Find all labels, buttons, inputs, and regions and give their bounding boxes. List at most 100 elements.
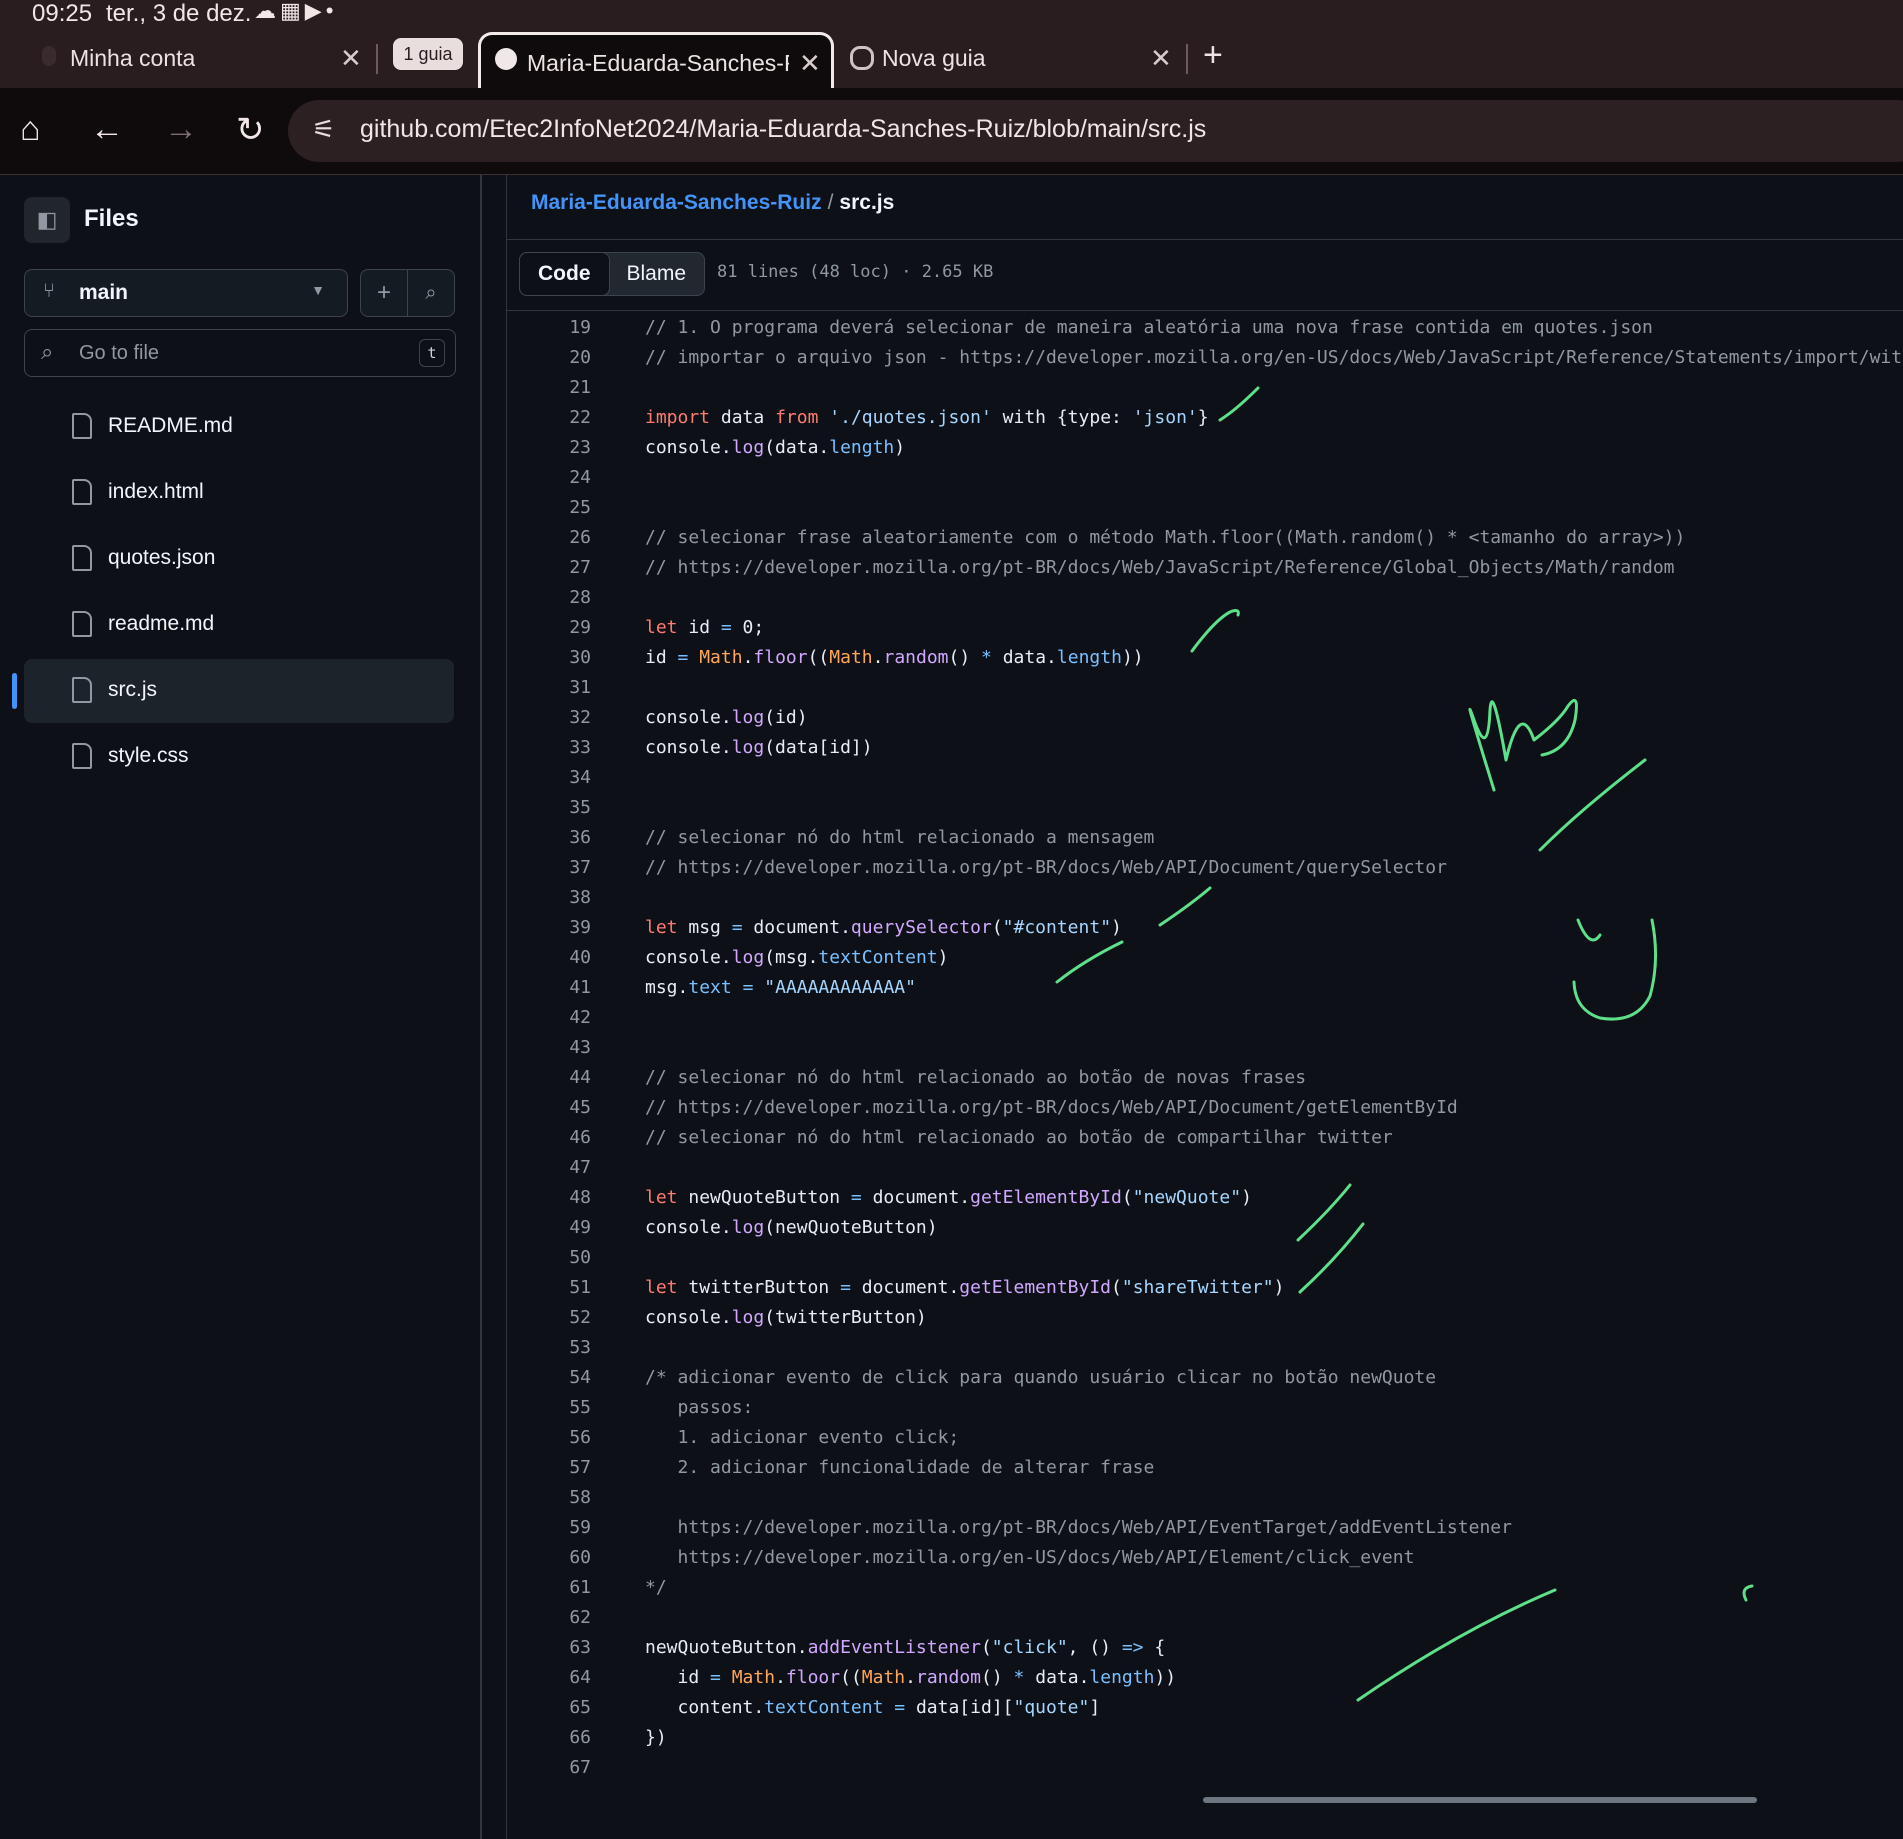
line-number[interactable]: 55	[507, 1393, 591, 1423]
line-number[interactable]: 40	[507, 943, 591, 973]
line-number[interactable]: 66	[507, 1723, 591, 1753]
line-number[interactable]: 22	[507, 403, 591, 433]
blame-tab[interactable]: Blame	[609, 253, 705, 295]
line-number[interactable]: 27	[507, 553, 591, 583]
line-number[interactable]: 59	[507, 1513, 591, 1543]
url-text[interactable]: github.com/Etec2InfoNet2024/Maria-Eduard…	[360, 115, 1206, 144]
new-tab-button[interactable]: +	[1203, 36, 1223, 75]
line-number[interactable]: 30	[507, 643, 591, 673]
line-number[interactable]: 64	[507, 1663, 591, 1693]
tab-strip: Minha conta ✕ 1 guia Maria-Eduarda-Sanch…	[0, 30, 1903, 91]
line-number[interactable]: 54	[507, 1363, 591, 1393]
code-tab[interactable]: Code	[519, 252, 610, 296]
line-number[interactable]: 52	[507, 1303, 591, 1333]
tab-group-chip[interactable]: 1 guia	[393, 38, 463, 70]
branch-selector[interactable]: ⑂ main ▼	[24, 269, 348, 317]
tab-nova-guia[interactable]: Nova guia ✕	[842, 32, 1182, 84]
tab-github-repo[interactable]: Maria-Eduarda-Sanches-R ✕	[478, 32, 834, 91]
code-text: // selecionar nó do html relacionado ao …	[645, 1127, 1393, 1148]
code-text: })	[645, 1727, 667, 1748]
line-number[interactable]: 20	[507, 343, 591, 373]
line-number[interactable]: 51	[507, 1273, 591, 1303]
line-number[interactable]: 42	[507, 1003, 591, 1033]
code-text: 1. adicionar evento click;	[645, 1427, 960, 1448]
line-number[interactable]: 45	[507, 1093, 591, 1123]
close-icon[interactable]: ✕	[799, 48, 821, 79]
back-arrow-icon[interactable]: ←	[90, 110, 124, 149]
code-text: let msg = document.querySelector("#conte…	[645, 917, 1122, 938]
code-text: console.log(newQuoteButton)	[645, 1217, 938, 1238]
line-number[interactable]: 33	[507, 733, 591, 763]
line-number[interactable]: 62	[507, 1603, 591, 1633]
breadcrumb-repo-link[interactable]: Maria-Eduarda-Sanches-Ruiz	[531, 191, 822, 214]
tab-separator	[1186, 44, 1188, 74]
address-bar[interactable]: ⚟ github.com/Etec2InfoNet2024/Maria-Edua…	[288, 100, 1903, 162]
code-text: console.log(id)	[645, 707, 808, 728]
line-number[interactable]: 49	[507, 1213, 591, 1243]
line-number[interactable]: 37	[507, 853, 591, 883]
line-number[interactable]: 32	[507, 703, 591, 733]
line-number[interactable]: 21	[507, 373, 591, 403]
forward-arrow-icon[interactable]: →	[164, 110, 198, 149]
file-item[interactable]: src.js	[24, 659, 454, 723]
horizontal-scrollbar[interactable]	[1203, 1797, 1757, 1803]
collapse-panel-button[interactable]: ◧	[24, 197, 70, 243]
file-item[interactable]: index.html	[24, 461, 454, 525]
file-item[interactable]: quotes.json	[24, 527, 454, 591]
line-number[interactable]: 35	[507, 793, 591, 823]
line-number[interactable]: 63	[507, 1633, 591, 1663]
tab-minha-conta[interactable]: Minha conta ✕	[30, 32, 370, 84]
cloud-icon: ☁	[254, 0, 280, 23]
line-number[interactable]: 65	[507, 1693, 591, 1723]
file-name: index.html	[108, 480, 204, 503]
add-file-button[interactable]: +	[360, 269, 408, 317]
line-number[interactable]: 39	[507, 913, 591, 943]
line-number[interactable]: 34	[507, 763, 591, 793]
line-number[interactable]: 38	[507, 883, 591, 913]
line-number[interactable]: 41	[507, 973, 591, 1003]
active-file-indicator	[12, 673, 17, 709]
line-number[interactable]: 25	[507, 493, 591, 523]
line-number[interactable]: 24	[507, 463, 591, 493]
code-text: import data from './quotes.json' with {t…	[645, 407, 1209, 428]
line-number[interactable]: 19	[507, 313, 591, 343]
line-number[interactable]: 26	[507, 523, 591, 553]
line-number[interactable]: 47	[507, 1153, 591, 1183]
line-number[interactable]: 46	[507, 1123, 591, 1153]
site-settings-icon[interactable]: ⚟	[312, 114, 335, 145]
line-number[interactable]: 44	[507, 1063, 591, 1093]
code-text: https://developer.mozilla.org/pt-BR/docs…	[645, 1517, 1512, 1538]
line-number[interactable]: 48	[507, 1183, 591, 1213]
line-number[interactable]: 56	[507, 1423, 591, 1453]
go-to-file-input[interactable]: ⌕ Go to file t	[24, 329, 456, 377]
file-item[interactable]: style.css	[24, 725, 454, 789]
line-number[interactable]: 43	[507, 1033, 591, 1063]
code-text: console.log(data.length)	[645, 437, 906, 458]
file-header: Code Blame 81 lines (48 loc) · 2.65 KB	[507, 239, 1903, 311]
reload-icon[interactable]: ↻	[236, 110, 265, 150]
line-number[interactable]: 23	[507, 433, 591, 463]
line-number[interactable]: 67	[507, 1753, 591, 1783]
code-text: 2. adicionar funcionalidade de alterar f…	[645, 1457, 1155, 1478]
caret-down-icon: ▼	[311, 282, 325, 298]
line-number[interactable]: 28	[507, 583, 591, 613]
file-item[interactable]: README.md	[24, 395, 454, 459]
file-item[interactable]: readme.md	[24, 593, 454, 657]
line-number[interactable]: 61	[507, 1573, 591, 1603]
plus-icon: +	[376, 279, 391, 306]
line-number[interactable]: 31	[507, 673, 591, 703]
line-number[interactable]: 58	[507, 1483, 591, 1513]
line-number[interactable]: 50	[507, 1243, 591, 1273]
close-icon[interactable]: ✕	[340, 43, 362, 74]
line-number[interactable]: 53	[507, 1333, 591, 1363]
line-number[interactable]: 60	[507, 1543, 591, 1573]
search-button[interactable]: ⌕	[407, 269, 455, 317]
close-icon[interactable]: ✕	[1150, 43, 1172, 74]
home-icon[interactable]: ⌂	[20, 110, 41, 149]
clock: 09:25	[32, 0, 93, 27]
line-number[interactable]: 57	[507, 1453, 591, 1483]
file-icon	[72, 611, 92, 637]
line-number[interactable]: 36	[507, 823, 591, 853]
line-number[interactable]: 29	[507, 613, 591, 643]
chrome-icon	[850, 46, 874, 70]
